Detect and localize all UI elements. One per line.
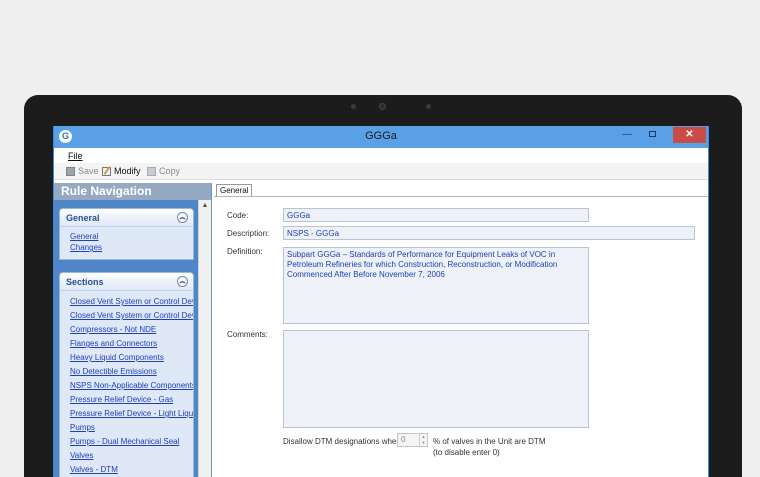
section-link[interactable]: No Detectible Emissions [70, 365, 193, 379]
save-button[interactable]: Save [66, 166, 99, 176]
menu-bar: File [54, 148, 708, 163]
section-link[interactable]: Heavy Liquid Components [70, 351, 193, 365]
rule-navigation: Rule Navigation General ︽ General Change… [54, 183, 212, 477]
collapse-chevron-icon[interactable]: ︽ [177, 276, 188, 287]
general-panel-title: General [66, 213, 100, 223]
stepper-arrows-icon[interactable]: ▲ ▼ [419, 434, 427, 446]
sensor-dot [351, 104, 356, 109]
general-links: General Changes [60, 227, 193, 253]
window-title: GGGa [365, 130, 397, 142]
title-bar: G GGGa — ✕ [54, 126, 708, 148]
section-link[interactable]: Pressure Relief Device - Light Liquid [70, 407, 193, 421]
definition-field[interactable]: Subpart GGGa – Standards of Performance … [283, 247, 589, 324]
floppy-disk-icon [66, 166, 75, 176]
section-link[interactable]: Flanges and Connectors [70, 337, 193, 351]
section-link[interactable]: Pumps - Dual Mechanical Seal [70, 435, 193, 449]
section-link[interactable]: Valves [70, 449, 193, 463]
modify-button[interactable]: Modify [102, 166, 141, 176]
sections-panel-header[interactable]: Sections ︽ [60, 273, 193, 291]
modify-label: Modify [114, 166, 141, 176]
copy-icon [147, 166, 156, 176]
description-label: Description: [227, 229, 270, 238]
nav-scrollbar[interactable]: ▲ [198, 200, 211, 477]
code-field[interactable]: GGGa [283, 208, 589, 222]
section-link[interactable]: Valves - DTM [70, 463, 193, 477]
sections-panel-title: Sections [66, 277, 104, 287]
maximize-button[interactable] [641, 127, 663, 143]
comments-field[interactable] [283, 330, 589, 428]
code-label: Code: [227, 211, 249, 220]
description-field[interactable]: NSPS - GGGa [283, 226, 695, 240]
section-link[interactable]: NSPS Non-Applicable Components [70, 379, 193, 393]
sensor-dot [426, 104, 431, 109]
scroll-up-arrow-icon[interactable]: ▲ [199, 200, 211, 212]
section-link[interactable]: Pressure Relief Device - Gas [70, 393, 193, 407]
content-area: General Code: GGGa Description: NSPS - G… [214, 183, 708, 477]
close-button[interactable]: ✕ [673, 127, 706, 143]
nav-header: Rule Navigation [54, 183, 211, 200]
section-links: Closed Vent System or Control Device Clo… [60, 291, 193, 477]
copy-button[interactable]: Copy [147, 166, 180, 176]
save-label: Save [78, 166, 99, 176]
general-panel-header[interactable]: General ︽ [60, 209, 193, 227]
dtm-value: 0 [401, 435, 406, 444]
section-link[interactable]: Compressors - Not NDE [70, 323, 193, 337]
nav-link-general[interactable]: General [70, 231, 193, 242]
sections-panel: Sections ︽ Closed Vent System or Control… [59, 272, 194, 477]
general-panel: General ︽ General Changes [59, 208, 194, 260]
maximize-icon [648, 131, 656, 138]
pencil-icon [102, 166, 111, 176]
menu-file[interactable]: File [68, 151, 83, 161]
minimize-button[interactable]: — [616, 127, 638, 143]
copy-label: Copy [159, 166, 181, 176]
definition-label: Definition: [227, 247, 263, 256]
dtm-percent-stepper[interactable]: 0 ▲ ▼ [397, 433, 428, 447]
dtm-label: Disallow DTM designations when [283, 437, 401, 446]
app-window: G GGGa — ✕ File Save Modify Copy Rule Na… [53, 126, 709, 477]
tab-divider [214, 196, 708, 197]
camera-lens [379, 103, 386, 110]
section-link[interactable]: Pumps [70, 421, 193, 435]
dtm-suffix: % of valves in the Unit are DTM [433, 437, 546, 446]
tab-general[interactable]: General [216, 184, 253, 196]
nav-link-changes[interactable]: Changes [70, 242, 193, 253]
dtm-hint: (to disable enter 0) [433, 448, 500, 457]
nav-body: General ︽ General Changes Sections ︽ Clo… [54, 200, 198, 477]
collapse-chevron-icon[interactable]: ︽ [177, 212, 188, 223]
section-link[interactable]: Closed Vent System or Control Device [70, 309, 193, 323]
toolbar: Save Modify Copy [54, 163, 708, 180]
comments-label: Comments: [227, 330, 268, 339]
section-link[interactable]: Closed Vent System or Control Device [70, 295, 193, 309]
